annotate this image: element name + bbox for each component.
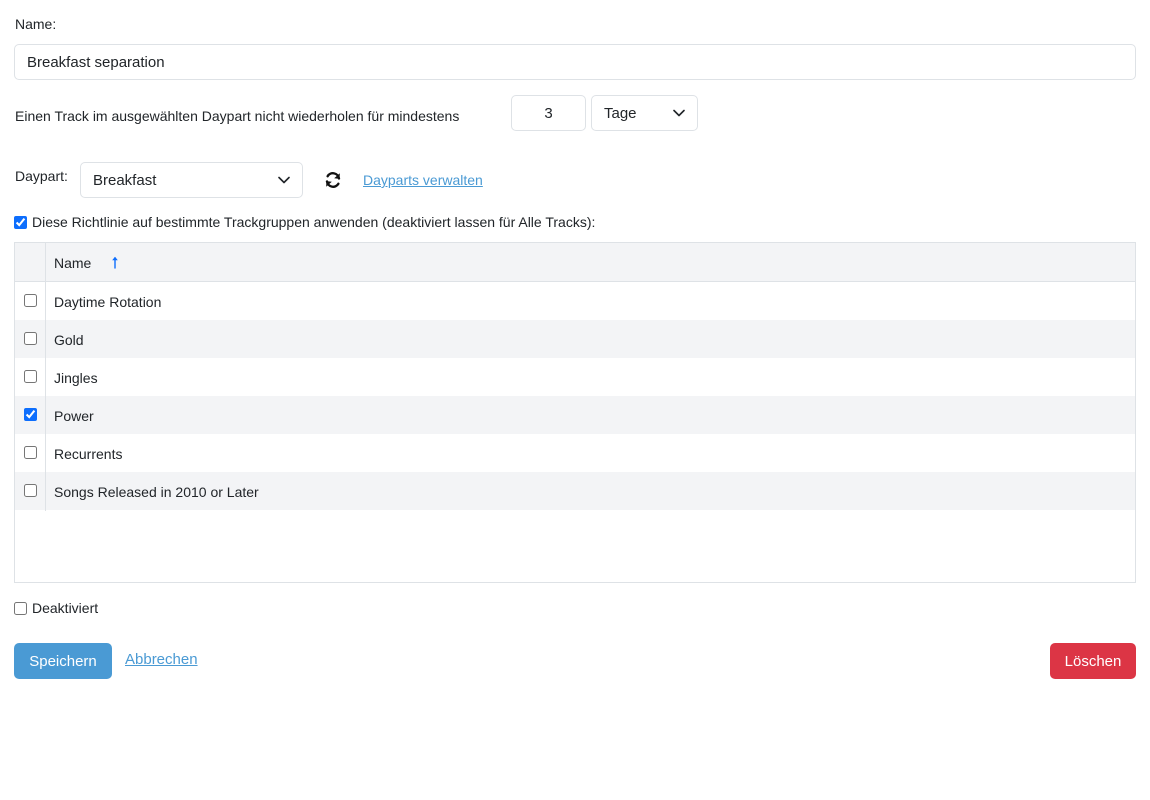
row-checkbox[interactable] bbox=[24, 294, 37, 307]
repeat-unit-value: Tage bbox=[604, 104, 637, 122]
row-select-cell bbox=[24, 408, 37, 424]
repeat-text: Einen Track im ausgewählten Daypart nich… bbox=[15, 108, 460, 124]
row-checkbox[interactable] bbox=[24, 484, 37, 497]
column-header-name[interactable]: Name bbox=[54, 255, 91, 271]
table-row[interactable]: Daytime Rotation bbox=[15, 282, 1135, 320]
save-button[interactable]: Speichern bbox=[14, 643, 112, 679]
disabled-checkbox[interactable] bbox=[14, 601, 27, 615]
track-group-name: Jingles bbox=[54, 370, 98, 386]
table-row[interactable]: Jingles bbox=[15, 358, 1135, 396]
track-group-name: Power bbox=[54, 408, 94, 424]
repeat-count-input[interactable] bbox=[511, 95, 586, 131]
row-select-cell bbox=[24, 332, 37, 348]
row-checkbox[interactable] bbox=[24, 332, 37, 345]
track-group-name: Gold bbox=[54, 332, 84, 348]
daypart-value: Breakfast bbox=[93, 171, 157, 189]
disabled-label: Deaktiviert bbox=[32, 600, 99, 616]
track-group-name: Recurrents bbox=[54, 446, 123, 462]
track-group-name: Songs Released in 2010 or Later bbox=[54, 484, 259, 500]
row-select-cell bbox=[24, 446, 37, 462]
name-label: Name: bbox=[15, 16, 57, 32]
row-checkbox[interactable] bbox=[24, 446, 37, 459]
policy-edit-form: Name: Einen Track im ausgewählten Daypar… bbox=[0, 0, 1150, 800]
row-select-cell bbox=[24, 294, 37, 310]
track-group-name: Daytime Rotation bbox=[54, 294, 162, 310]
apply-groups-checkbox[interactable] bbox=[14, 215, 27, 229]
row-select-cell bbox=[24, 484, 37, 500]
row-checkbox[interactable] bbox=[24, 370, 37, 383]
table-row[interactable]: Songs Released in 2010 or Later bbox=[15, 472, 1135, 510]
daypart-label: Daypart: bbox=[15, 168, 68, 184]
sort-ascending-icon[interactable] bbox=[111, 255, 119, 269]
refresh-icon[interactable] bbox=[323, 170, 343, 190]
apply-groups-option[interactable]: Diese Richtlinie auf bestimmte Trackgrup… bbox=[14, 214, 595, 230]
chevron-down-icon bbox=[673, 109, 685, 117]
daypart-select[interactable]: Breakfast bbox=[80, 162, 303, 198]
row-checkbox[interactable] bbox=[24, 408, 37, 421]
row-select-cell bbox=[24, 370, 37, 386]
table-body: Daytime Rotation Gold Jingles Power Recurren… bbox=[15, 282, 1135, 510]
name-input[interactable] bbox=[14, 44, 1136, 80]
table-row[interactable]: Power bbox=[15, 396, 1135, 434]
table-row[interactable]: Gold bbox=[15, 320, 1135, 358]
cancel-link[interactable]: Abbrechen bbox=[125, 651, 198, 668]
track-groups-table: Name Daytime Rotation Gold Jingles Power Rec… bbox=[14, 242, 1136, 583]
table-row[interactable]: Recurrents bbox=[15, 434, 1135, 472]
repeat-unit-select[interactable]: Tage bbox=[591, 95, 698, 131]
disabled-option[interactable]: Deaktiviert bbox=[14, 600, 98, 616]
manage-dayparts-link[interactable]: Dayparts verwalten bbox=[363, 172, 483, 188]
delete-button[interactable]: Löschen bbox=[1050, 643, 1136, 679]
apply-groups-label: Diese Richtlinie auf bestimmte Trackgrup… bbox=[32, 214, 596, 230]
chevron-down-icon bbox=[278, 176, 290, 184]
table-header: Name bbox=[15, 243, 1135, 282]
column-divider bbox=[45, 243, 46, 511]
